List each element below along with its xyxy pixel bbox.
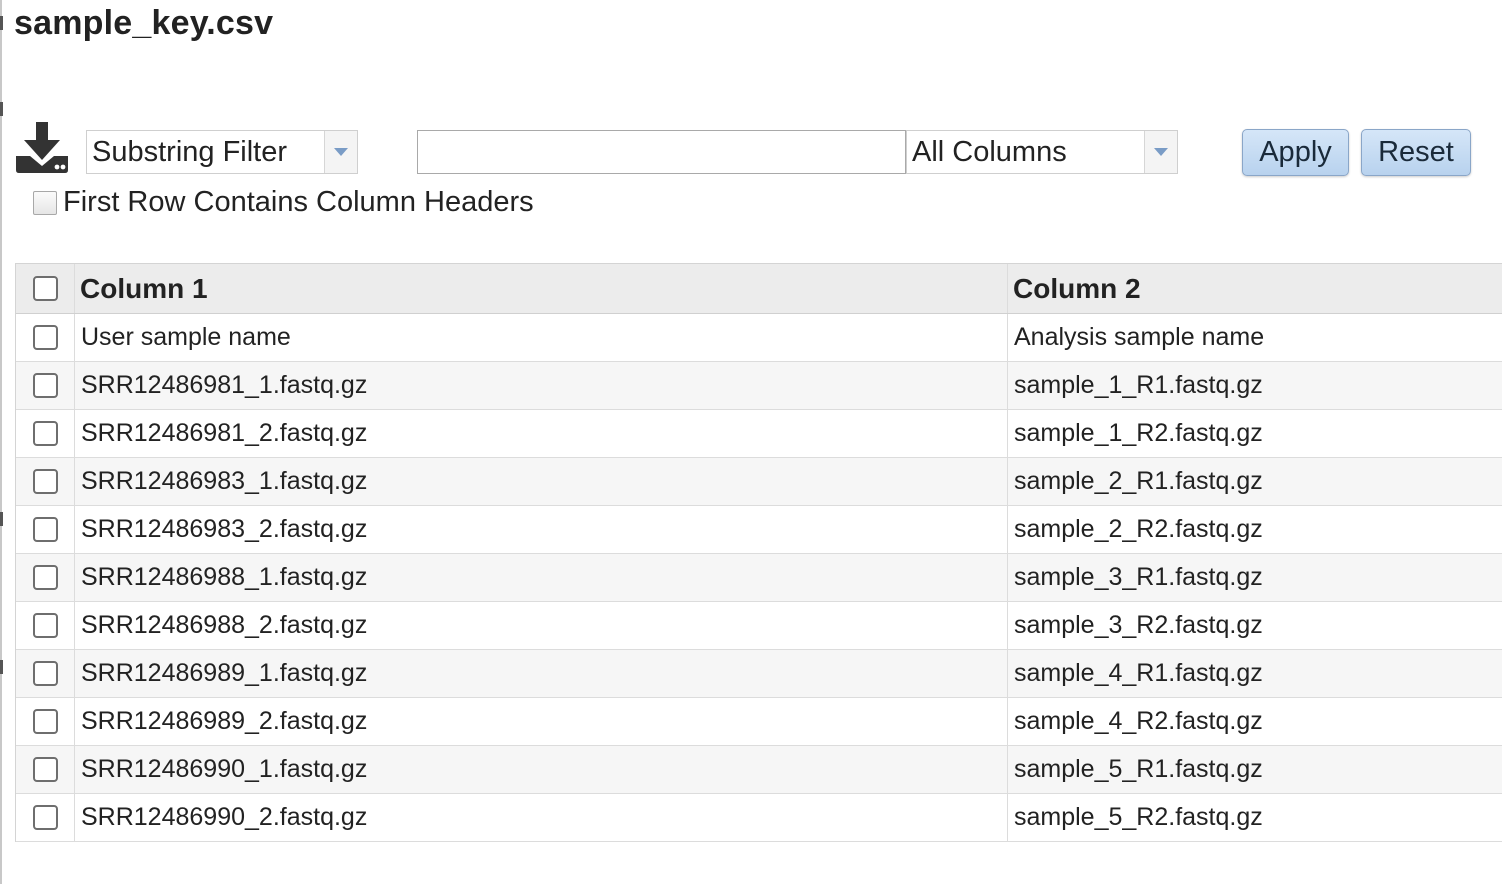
- row-checkbox[interactable]: [32, 613, 58, 638]
- row-checkbox[interactable]: [32, 517, 58, 542]
- filter-type-value: Substring Filter: [92, 135, 288, 168]
- table-cell: sample_4_R1.fastq.gz: [1014, 659, 1263, 687]
- table-cell: SRR12486988_2.fastq.gz: [75, 602, 1008, 649]
- table-row[interactable]: SRR12486989_2.fastq.gz sample_4_R2.fastq…: [16, 698, 1502, 746]
- table-cell: sample_5_R1.fastq.gz: [1014, 755, 1263, 783]
- filter-type-select[interactable]: Substring Filter: [86, 130, 358, 174]
- row-checkbox[interactable]: [32, 373, 58, 398]
- table-cell: sample_3_R2.fastq.gz: [1014, 611, 1263, 639]
- reset-button[interactable]: Reset: [1361, 129, 1471, 176]
- table-row[interactable]: SRR12486988_1.fastq.gz sample_3_R1.fastq…: [16, 554, 1502, 602]
- table-row[interactable]: SRR12486988_2.fastq.gz sample_3_R2.fastq…: [16, 602, 1502, 650]
- table-row[interactable]: SRR12486983_1.fastq.gz sample_2_R1.fastq…: [16, 458, 1502, 506]
- edge-marker: [0, 660, 3, 674]
- column-select-value: All Columns: [912, 135, 1067, 168]
- table-cell: SRR12486988_1.fastq.gz: [75, 554, 1008, 601]
- first-row-headers-option[interactable]: First Row Contains Column Headers: [33, 186, 534, 219]
- row-checkbox[interactable]: [32, 565, 58, 590]
- table-cell: SRR12486989_1.fastq.gz: [75, 650, 1008, 697]
- first-row-headers-label: First Row Contains Column Headers: [63, 186, 534, 218]
- table-cell: SRR12486981_2.fastq.gz: [75, 410, 1008, 457]
- edge-marker: [0, 102, 3, 116]
- table-cell: sample_3_R1.fastq.gz: [1014, 563, 1263, 591]
- table-row[interactable]: SRR12486981_1.fastq.gz sample_1_R1.fastq…: [16, 362, 1502, 410]
- chevron-down-icon[interactable]: [324, 131, 357, 173]
- column-select[interactable]: All Columns: [906, 130, 1178, 174]
- table-cell: SRR12486989_2.fastq.gz: [75, 698, 1008, 745]
- row-checkbox[interactable]: [32, 421, 58, 446]
- table-row[interactable]: User sample name Analysis sample name: [16, 314, 1502, 362]
- row-checkbox[interactable]: [32, 661, 58, 686]
- row-checkbox[interactable]: [32, 469, 58, 494]
- edge-marker: [0, 512, 3, 526]
- table-cell: SRR12486983_1.fastq.gz: [75, 458, 1008, 505]
- column-header[interactable]: Column 2: [1008, 264, 1502, 313]
- table-header-row: Column 1 Column 2: [16, 264, 1502, 314]
- table-cell: sample_2_R1.fastq.gz: [1014, 467, 1263, 495]
- table-cell: SRR12486981_1.fastq.gz: [75, 362, 1008, 409]
- table-row[interactable]: SRR12486990_2.fastq.gz sample_5_R2.fastq…: [16, 794, 1502, 842]
- row-checkbox[interactable]: [32, 709, 58, 734]
- table-cell: sample_1_R1.fastq.gz: [1014, 371, 1263, 399]
- filter-text-input[interactable]: [417, 130, 906, 174]
- column-header[interactable]: Column 1: [75, 264, 1008, 313]
- table-cell: Analysis sample name: [1014, 323, 1265, 351]
- table-cell: sample_4_R2.fastq.gz: [1014, 707, 1263, 735]
- table-cell: SRR12486983_2.fastq.gz: [75, 506, 1008, 553]
- table-row[interactable]: SRR12486990_1.fastq.gz sample_5_R1.fastq…: [16, 746, 1502, 794]
- table-row[interactable]: SRR12486983_2.fastq.gz sample_2_R2.fastq…: [16, 506, 1502, 554]
- table-cell: sample_1_R2.fastq.gz: [1014, 419, 1263, 447]
- select-all-cell: [16, 264, 75, 313]
- data-table: Column 1 Column 2 User sample name Analy…: [15, 263, 1502, 842]
- table-cell: sample_2_R2.fastq.gz: [1014, 515, 1263, 543]
- left-window-edge: [0, 0, 2, 884]
- table-row[interactable]: SRR12486989_1.fastq.gz sample_4_R1.fastq…: [16, 650, 1502, 698]
- download-icon: [16, 122, 68, 173]
- table-cell: SRR12486990_1.fastq.gz: [75, 746, 1008, 793]
- table-cell: User sample name: [75, 314, 1008, 361]
- download-button[interactable]: [14, 122, 70, 174]
- row-checkbox[interactable]: [32, 757, 58, 782]
- table-cell: sample_5_R2.fastq.gz: [1014, 803, 1263, 831]
- table-row[interactable]: SRR12486981_2.fastq.gz sample_1_R2.fastq…: [16, 410, 1502, 458]
- chevron-down-icon[interactable]: [1144, 131, 1177, 173]
- edge-marker: [0, 16, 3, 30]
- first-row-headers-checkbox[interactable]: [33, 190, 57, 215]
- select-all-checkbox[interactable]: [32, 276, 58, 301]
- row-checkbox[interactable]: [32, 325, 58, 350]
- page-title: sample_key.csv: [14, 4, 274, 42]
- apply-button[interactable]: Apply: [1242, 129, 1349, 176]
- table-cell: SRR12486990_2.fastq.gz: [75, 794, 1008, 841]
- row-checkbox[interactable]: [32, 805, 58, 830]
